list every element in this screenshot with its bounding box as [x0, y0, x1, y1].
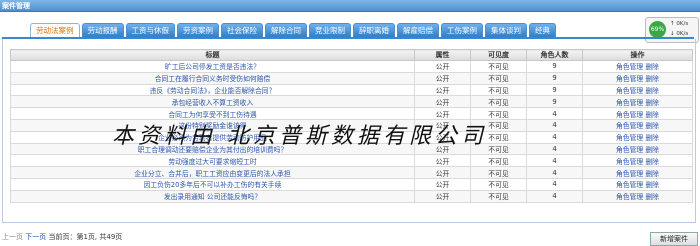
case-title-link[interactable]: 合同工在履行合同义务时受伤如何赔偿 — [10, 71, 415, 85]
category-tabs: 劳动法案例 劳动报酬 工资与休假 劳资案例 社会保险 解除合同 竞业限制 辞职离… — [30, 23, 558, 38]
attribute-cell: 公开 — [414, 154, 471, 168]
table-row: 旷工后公司停发工资是否违法？ 公开 不可见 9 角色管理 删除 — [10, 60, 693, 73]
role-manage-link[interactable]: 角色管理 删除 — [616, 111, 659, 119]
role-manage-link[interactable]: 角色管理 删除 — [616, 146, 659, 154]
tab-resignation[interactable]: 辞职离婚 — [353, 23, 395, 37]
visibility-cell: 不可见 — [470, 166, 527, 179]
table-row: 因工负伤20多年后不可以补办工伤的有关手续 公开 不可见 4 角色管理 删除 — [10, 177, 693, 191]
role-manage-link[interactable]: 角色管理 删除 — [616, 170, 659, 178]
role-count-cell: 9 — [526, 95, 583, 109]
attribute-cell: 公开 — [414, 95, 471, 109]
visibility-cell: 不可见 — [470, 177, 527, 191]
page-info: 当前页：第1页, 共49页 — [48, 233, 123, 241]
usage-ring-icon: 69% — [649, 21, 666, 38]
tab-classic[interactable]: 经典 — [529, 23, 556, 37]
case-title-link[interactable]: 违反《劳动合同法》，企业能否解除合同？ — [10, 83, 415, 97]
case-title-link[interactable]: 劳动强度过大可要求缩短工时 — [10, 154, 415, 168]
actions-cell: 角色管理 删除 — [582, 83, 693, 97]
actions-cell: 角色管理 删除 — [582, 177, 693, 191]
tab-contract-termination[interactable]: 解除合同 — [265, 23, 307, 37]
role-manage-link[interactable]: 角色管理 删除 — [616, 158, 659, 166]
actions-cell: 角色管理 删除 — [582, 118, 693, 132]
role-manage-link[interactable]: 角色管理 删除 — [616, 122, 659, 130]
actions-cell: 角色管理 删除 — [582, 71, 693, 85]
upload-speed: ↑ 0K/s — [670, 21, 689, 27]
visibility-cell: 不可见 — [470, 189, 527, 203]
role-count-cell: 9 — [526, 71, 583, 85]
tab-work-injury[interactable]: 工伤案例 — [441, 23, 483, 37]
table-row: 违反《劳动合同法》，企业能否解除合同？ 公开 不可见 9 角色管理 删除 — [10, 83, 693, 97]
attribute-cell: 公开 — [414, 166, 471, 179]
case-title-link[interactable]: 企业分立、合并后，职工工资应由变更后的法人承担 — [10, 166, 415, 179]
actions-cell: 角色管理 删除 — [582, 95, 693, 109]
tab-labor-pay[interactable]: 劳动报酬 — [81, 23, 124, 37]
watermark-text: 本资料由 北京普斯数据有限公司 — [112, 124, 487, 149]
role-count-cell: 4 — [526, 118, 583, 132]
role-manage-link[interactable]: 角色管理 删除 — [616, 193, 659, 201]
table-row: 合同工在履行合同义务时受伤如何赔偿 公开 不可见 9 角色管理 删除 — [10, 71, 693, 85]
actions-cell: 角色管理 删除 — [582, 189, 693, 203]
role-manage-link[interactable]: 角色管理 删除 — [616, 87, 659, 95]
role-count-cell: 4 — [526, 107, 583, 120]
actions-cell: 角色管理 删除 — [582, 107, 693, 120]
role-count-cell: 4 — [526, 166, 583, 179]
actions-cell: 角色管理 删除 — [582, 130, 693, 144]
table-row: 承包经营收入不算工资收入 公开 不可见 9 角色管理 删除 — [10, 95, 693, 109]
col-visibility-header: 可见度 — [470, 49, 527, 61]
attribute-cell: 公开 — [414, 83, 471, 97]
attribute-cell: 公开 — [414, 60, 471, 73]
visibility-cell: 不可见 — [470, 71, 527, 85]
visibility-cell: 不可见 — [470, 154, 527, 168]
case-title-link[interactable]: 旷工后公司停发工资是否违法？ — [10, 60, 415, 73]
pagination: 上一页 下一页 当前页：第1页, 共49页 — [2, 232, 122, 242]
role-manage-link[interactable]: 角色管理 删除 — [616, 75, 659, 83]
role-count-cell: 4 — [526, 189, 583, 203]
actions-cell: 角色管理 删除 — [582, 154, 693, 168]
tab-labor-disputes[interactable]: 劳资案例 — [177, 23, 219, 37]
tab-non-compete[interactable]: 竞业限制 — [309, 23, 351, 37]
role-manage-link[interactable]: 角色管理 删除 — [616, 134, 659, 142]
tab-social-insurance[interactable]: 社会保险 — [221, 23, 263, 37]
tab-collective-bargaining[interactable]: 集体谈判 — [485, 23, 527, 37]
actions-cell: 角色管理 删除 — [582, 142, 693, 156]
actions-cell: 角色管理 删除 — [582, 60, 693, 73]
visibility-cell: 不可见 — [470, 83, 527, 97]
table-row: 发出录用通知 公司还能反悔吗？ 公开 不可见 4 角色管理 删除 — [10, 189, 693, 203]
visibility-cell: 不可见 — [470, 60, 527, 73]
col-title-header: 标题 — [10, 49, 415, 61]
table-row: 企业分立、合并后，职工工资应由变更后的法人承担 公开 不可见 4 角色管理 删除 — [10, 166, 693, 179]
role-count-cell: 4 — [526, 154, 583, 168]
window-title: 案件管理 — [2, 2, 30, 10]
case-title-link[interactable]: 因工负伤20多年后不可以补办工伤的有关手续 — [10, 177, 415, 191]
case-title-link[interactable]: 发出录用通知 公司还能反悔吗？ — [10, 189, 415, 203]
tab-wages-leave[interactable]: 工资与休假 — [125, 23, 175, 37]
col-attribute-header: 属性 — [414, 49, 471, 61]
role-count-cell: 9 — [526, 60, 583, 73]
tab-dismissal-compensation[interactable]: 解雇赔偿 — [397, 23, 439, 37]
col-role-count-header: 角色人数 — [526, 49, 583, 61]
attribute-cell: 公开 — [414, 71, 471, 85]
col-actions-header: 操作 — [582, 49, 693, 61]
role-count-cell: 4 — [526, 177, 583, 191]
window-titlebar: 案件管理 — [0, 0, 700, 12]
role-count-cell: 9 — [526, 83, 583, 97]
next-page-link[interactable]: 下一页 — [25, 233, 46, 241]
visibility-cell: 不可见 — [470, 95, 527, 109]
case-title-link[interactable]: 承包经营收入不算工资收入 — [10, 95, 415, 109]
role-manage-link[interactable]: 角色管理 删除 — [616, 181, 659, 189]
attribute-cell: 公开 — [414, 177, 471, 191]
role-manage-link[interactable]: 角色管理 删除 — [616, 63, 659, 71]
new-case-button[interactable]: 新增案件 — [650, 232, 698, 246]
prev-page-link[interactable]: 上一页 — [2, 233, 23, 241]
role-count-cell: 4 — [526, 142, 583, 156]
tab-labor-law-cases[interactable]: 劳动法案例 — [30, 23, 80, 37]
table-header-row: 标题 属性 可见度 角色人数 操作 — [10, 49, 693, 61]
role-count-cell: 4 — [526, 130, 583, 144]
attribute-cell: 公开 — [414, 189, 471, 203]
actions-cell: 角色管理 删除 — [582, 166, 693, 179]
role-manage-link[interactable]: 角色管理 删除 — [616, 99, 659, 107]
table-row: 劳动强度过大可要求缩短工时 公开 不可见 4 角色管理 删除 — [10, 154, 693, 168]
